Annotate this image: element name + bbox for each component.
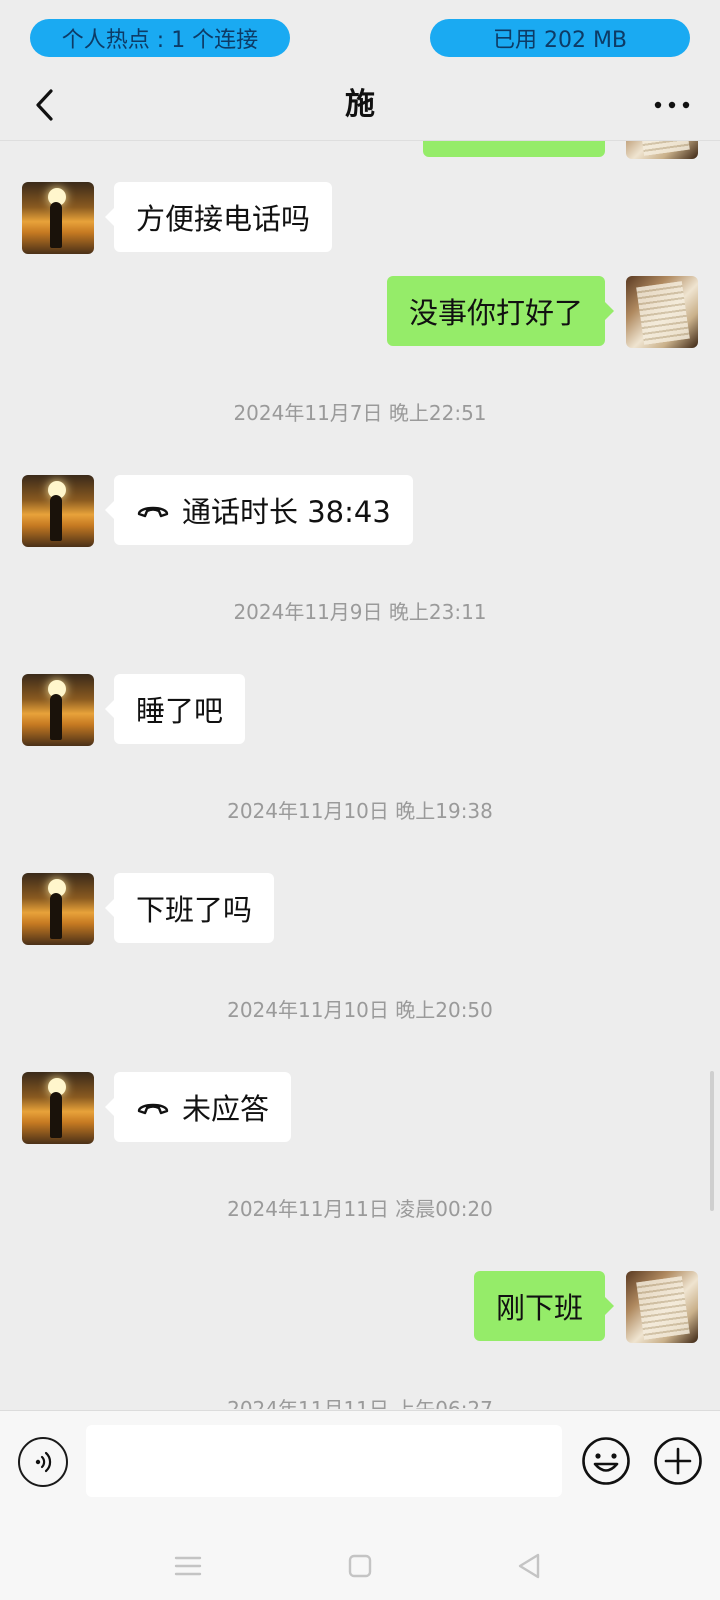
chat-header: 施 xyxy=(0,70,720,141)
more-functions-button[interactable] xyxy=(652,1435,704,1487)
call-record-bubble[interactable]: 未应答 xyxy=(104,1072,292,1142)
phone-hangup-icon xyxy=(136,1097,170,1117)
input-bar xyxy=(0,1410,720,1531)
contact-avatar[interactable] xyxy=(22,182,94,254)
message-timestamp: 2024年11月11日 凌晨00:20 xyxy=(227,1197,493,1221)
scrollbar-thumb[interactable] xyxy=(710,1071,714,1211)
phone-hangup-icon xyxy=(136,500,170,520)
message-text: 刚下班 xyxy=(495,1291,583,1325)
message-text: 睡了吧 xyxy=(136,694,224,728)
message-text: 下班了吗 xyxy=(136,893,253,927)
message-timestamp: 2024年11月10日 晚上20:50 xyxy=(227,998,493,1022)
contact-avatar[interactable] xyxy=(22,1072,94,1144)
plus-icon xyxy=(654,1437,702,1485)
status-bar: 个人热点 : 1 个连接 已用 202 MB xyxy=(0,0,720,70)
menu-icon xyxy=(174,1556,202,1576)
message-bubble[interactable]: 刚下班 xyxy=(473,1271,615,1341)
system-navigation-bar xyxy=(0,1530,720,1600)
call-duration-text: 通话时长 38:43 xyxy=(182,495,391,529)
chat-title: 施 xyxy=(345,87,375,122)
nav-home-button[interactable] xyxy=(342,1548,378,1584)
message-bubble-partial[interactable] xyxy=(423,141,605,157)
hotspot-status-pill: 个人热点 : 1 个连接 xyxy=(30,19,290,57)
contact-avatar[interactable] xyxy=(22,873,94,945)
my-avatar[interactable] xyxy=(626,276,698,348)
voice-input-button[interactable] xyxy=(18,1437,68,1487)
message-input[interactable] xyxy=(86,1425,562,1497)
voice-icon xyxy=(35,1451,52,1473)
my-avatar[interactable] xyxy=(626,141,698,159)
call-record-bubble[interactable]: 通话时长 38:43 xyxy=(105,475,413,545)
contact-avatar[interactable] xyxy=(22,674,94,746)
more-options-button[interactable] xyxy=(642,80,702,130)
message-timestamp: 2024年11月9日 晚上23:11 xyxy=(233,600,487,624)
message-text: 方便接电话吗 xyxy=(136,202,311,236)
message-bubble[interactable]: 下班了吗 xyxy=(104,873,275,943)
home-square-icon xyxy=(348,1554,372,1578)
message-bubble[interactable]: 睡了吧 xyxy=(104,674,246,744)
message-list[interactable]: 方便接电话吗 没事你打好了 2024年11月7日 晚上22:51 通话时长 38… xyxy=(0,141,720,1409)
my-avatar[interactable] xyxy=(626,1271,698,1343)
nav-menu-button[interactable] xyxy=(170,1548,206,1584)
message-bubble[interactable]: 没事你打好了 xyxy=(386,276,615,346)
emoji-button[interactable] xyxy=(580,1435,632,1487)
message-bubble[interactable]: 方便接电话吗 xyxy=(104,182,333,252)
call-status-text: 未应答 xyxy=(182,1092,270,1126)
message-text: 没事你打好了 xyxy=(408,296,583,330)
message-timestamp: 2024年11月11日 上午06:27 xyxy=(227,1397,493,1409)
data-usage-pill: 已用 202 MB xyxy=(430,19,690,57)
nav-back-button[interactable] xyxy=(512,1548,548,1584)
more-dots-icon xyxy=(654,101,690,109)
emoji-icon xyxy=(582,1437,630,1485)
back-triangle-icon xyxy=(518,1553,540,1579)
message-timestamp: 2024年11月7日 晚上22:51 xyxy=(233,401,487,425)
message-timestamp: 2024年11月10日 晚上19:38 xyxy=(227,799,493,823)
contact-avatar[interactable] xyxy=(22,475,94,547)
